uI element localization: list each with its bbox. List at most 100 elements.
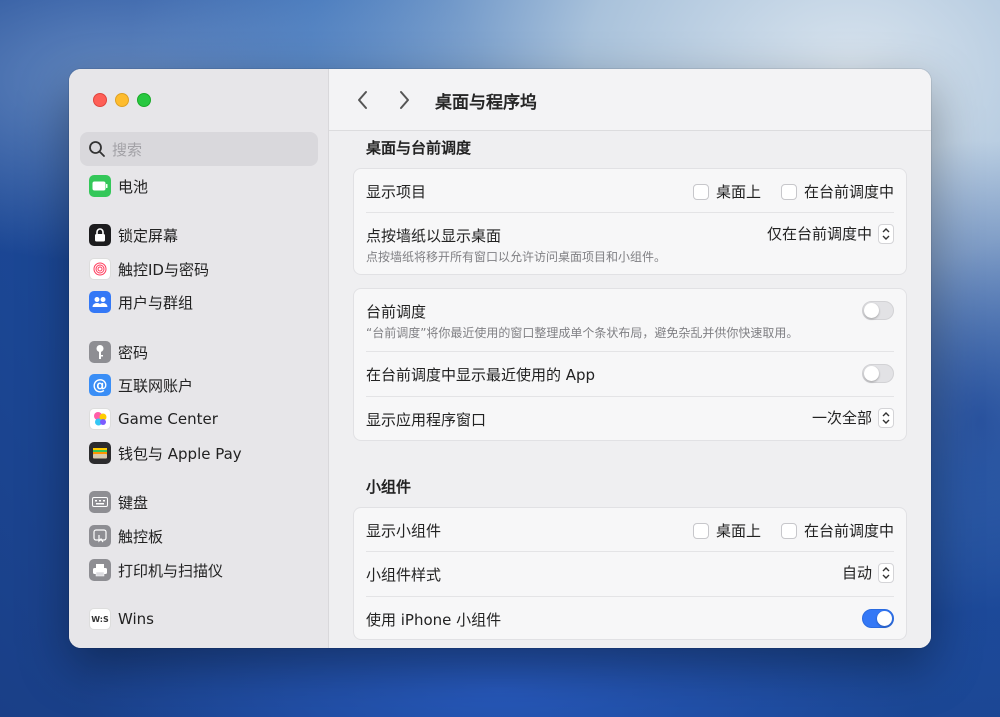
lock-icon [89, 224, 111, 246]
section-title-desktop-stage: 桌面与台前调度 [366, 139, 472, 157]
row-description: 点按墙纸将移开所有窗口以允许访问桌面项目和小组件。 [366, 250, 667, 264]
sidebar-item-internet-accounts[interactable]: @ 互联网账户 [89, 372, 317, 398]
sidebar-item-game-center[interactable]: Game Center [89, 406, 317, 432]
show-widgets-options: 桌面上 在台前调度中 [692, 520, 894, 541]
search-placeholder: 搜索 [112, 140, 143, 159]
popup-value: 自动 [841, 564, 872, 582]
system-settings-window: 搜索 电池 锁定屏幕 触控ID与密码 用户与群组 密码 @ 互联网账户 Game… [69, 69, 931, 648]
row-widget-style: 小组件样式 自动 [354, 552, 906, 596]
sidebar-item-label: 键盘 [118, 493, 149, 512]
row-label: 显示应用程序窗口 [366, 411, 487, 429]
popup-chevron-icon[interactable] [878, 562, 894, 583]
main-content: 桌面与程序坞 桌面与台前调度 显示项目 桌面上 在台前调度中 点按墙纸以显示桌面… [329, 69, 931, 648]
sidebar-item-wallet[interactable]: 钱包与 Apple Pay [89, 440, 317, 466]
settings-group-stage-manager: 台前调度 “台前调度”将你最近使用的窗口整理成单个条状布局，避免杂乱并供你快速取… [353, 288, 907, 441]
sidebar-item-label: 触控板 [118, 527, 164, 546]
row-label: 在台前调度中显示最近使用的 App [366, 366, 596, 384]
at-icon: @ [89, 374, 111, 396]
sidebar-item-lock-screen[interactable]: 锁定屏幕 [89, 222, 317, 248]
sidebar-item-wins[interactable]: W:S Wins [89, 606, 317, 632]
sidebar-item-users-groups[interactable]: 用户与群组 [89, 289, 317, 315]
sidebar: 搜索 电池 锁定屏幕 触控ID与密码 用户与群组 密码 @ 互联网账户 Game… [69, 69, 329, 648]
row-app-windows: 显示应用程序窗口 一次全部 [354, 397, 906, 441]
widget-style-popup[interactable]: 自动 [842, 562, 894, 583]
checkbox-in-stage-manager[interactable]: 在台前调度中 [780, 181, 894, 202]
users-icon [89, 291, 111, 313]
checkbox-label: 桌面上 [715, 183, 761, 201]
checkbox-label: 在台前调度中 [803, 522, 894, 540]
minimize-button[interactable] [115, 93, 129, 107]
section-title-widgets: 小组件 [366, 478, 412, 496]
fingerprint-icon [89, 258, 111, 280]
toolbar: 桌面与程序坞 [329, 69, 931, 131]
popup-chevron-icon[interactable] [878, 223, 894, 244]
sidebar-item-label: 互联网账户 [118, 376, 194, 395]
toggle-knob [864, 303, 879, 318]
recent-apps-toggle[interactable] [862, 364, 894, 383]
page-title: 桌面与程序坞 [435, 93, 537, 113]
sidebar-item-label: 电池 [118, 177, 149, 196]
stage-manager-toggle[interactable] [862, 301, 894, 320]
popup-chevron-icon[interactable] [878, 407, 894, 428]
sidebar-item-keyboard[interactable]: 键盘 [89, 489, 317, 515]
row-label: 台前调度 [366, 303, 427, 321]
row-show-items: 显示项目 桌面上 在台前调度中 [354, 169, 906, 212]
sidebar-item-trackpad[interactable]: 触控板 [89, 523, 317, 549]
sidebar-item-label: 钱包与 Apple Pay [118, 444, 242, 463]
printer-icon [89, 559, 111, 581]
checkbox-label: 在台前调度中 [803, 183, 894, 201]
sidebar-item-touch-id[interactable]: 触控ID与密码 [89, 256, 317, 282]
game-center-icon [89, 408, 111, 430]
popup-value: 一次全部 [811, 409, 872, 427]
checkbox-label: 桌面上 [715, 522, 761, 540]
trackpad-icon [89, 525, 111, 547]
row-label: 显示项目 [366, 183, 427, 201]
app-windows-popup[interactable]: 一次全部 [812, 407, 894, 428]
checkbox-on-desktop[interactable]: 桌面上 [692, 181, 761, 202]
back-chevron-icon[interactable] [353, 88, 373, 112]
checkbox-box[interactable] [692, 183, 709, 200]
checkbox-box[interactable] [692, 522, 709, 539]
close-button[interactable] [93, 93, 107, 107]
search-field[interactable]: 搜索 [80, 132, 318, 166]
row-label: 显示小组件 [366, 522, 442, 540]
row-recent-apps: 在台前调度中显示最近使用的 App [354, 352, 906, 396]
row-label: 小组件样式 [366, 566, 442, 584]
sidebar-item-label: 锁定屏幕 [118, 226, 179, 245]
toggle-knob [864, 366, 879, 381]
click-wallpaper-popup[interactable]: 仅在台前调度中 [767, 223, 894, 244]
checkbox-box[interactable] [780, 522, 797, 539]
wins-icon: W:S [89, 608, 111, 630]
sidebar-item-label: 密码 [118, 343, 149, 362]
show-items-options: 桌面上 在台前调度中 [692, 181, 894, 202]
sidebar-item-printers[interactable]: 打印机与扫描仪 [89, 557, 317, 583]
row-label: 使用 iPhone 小组件 [366, 611, 502, 629]
row-iphone-widgets: 使用 iPhone 小组件 [354, 597, 906, 641]
row-click-wallpaper: 点按墙纸以显示桌面 点按墙纸将移开所有窗口以允许访问桌面项目和小组件。 仅在台前… [354, 213, 906, 275]
checkbox-widgets-on-desktop[interactable]: 桌面上 [692, 520, 761, 541]
row-show-widgets: 显示小组件 桌面上 在台前调度中 [354, 508, 906, 551]
battery-icon [89, 175, 111, 197]
wallet-icon [89, 442, 111, 464]
sidebar-item-label: 打印机与扫描仪 [118, 561, 224, 580]
sidebar-item-battery[interactable]: 电池 [89, 173, 317, 199]
sidebar-item-label: Wins [118, 610, 154, 628]
checkbox-box[interactable] [780, 183, 797, 200]
forward-chevron-icon[interactable] [394, 88, 414, 112]
keyboard-icon [89, 491, 111, 513]
toggle-knob [877, 611, 892, 626]
settings-group-widgets: 显示小组件 桌面上 在台前调度中 小组件样式 自动 使用 iPhone 小组件 [353, 507, 907, 640]
search-icon [89, 141, 105, 157]
row-stage-manager: 台前调度 “台前调度”将你最近使用的窗口整理成单个条状布局，避免杂乱并供你快速取… [354, 289, 906, 351]
settings-group-desktop: 显示项目 桌面上 在台前调度中 点按墙纸以显示桌面 点按墙纸将移开所有窗口以允许… [353, 168, 907, 275]
zoom-button[interactable] [137, 93, 151, 107]
window-controls [93, 93, 151, 107]
iphone-widgets-toggle[interactable] [862, 609, 894, 628]
sidebar-item-label: 用户与群组 [118, 293, 194, 312]
sidebar-item-passwords[interactable]: 密码 [89, 339, 317, 365]
checkbox-widgets-in-stage-manager[interactable]: 在台前调度中 [780, 520, 894, 541]
sidebar-item-label: Game Center [118, 410, 218, 428]
row-description: “台前调度”将你最近使用的窗口整理成单个条状布局，避免杂乱并供你快速取用。 [366, 326, 799, 340]
sidebar-item-label: 触控ID与密码 [118, 260, 209, 279]
popup-value: 仅在台前调度中 [766, 225, 872, 243]
